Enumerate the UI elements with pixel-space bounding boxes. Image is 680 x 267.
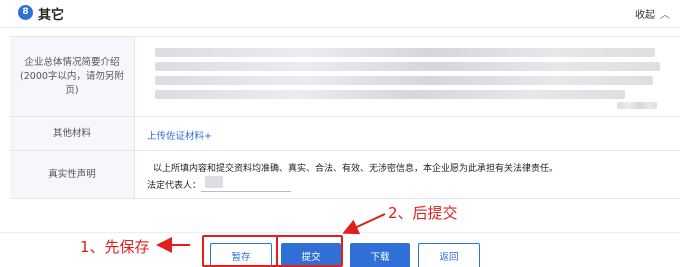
blurred-text-line [155,48,655,57]
highlight-box-save [202,235,278,267]
table-row-materials: 其他材料 上传佐证材料+ [10,117,680,151]
blurred-text-line [155,76,653,85]
intro-label: 企业总体情况简要介绍(2000字以内，请勿另附页) [10,37,135,116]
annotation-step1: 1、先保存 [80,238,150,256]
materials-label: 其他材料 [10,117,135,150]
highlight-box-submit [276,235,343,267]
legal-rep-value-blurred [205,176,223,188]
collapse-label: 收起 [635,10,655,21]
collapse-toggle[interactable]: 收起 ︿ [635,6,670,21]
blurred-text-line [617,102,657,109]
authenticity-statement: 以上所填内容和提交资料均准确、真实、合法、有效、无涉密信息，本企业愿为此承担有关… [153,164,559,174]
section-title: 其它 [38,8,65,23]
section-number-badge: 8 [18,5,33,20]
blurred-text-line [155,90,625,99]
table-row-authenticity: 真实性声明 以上所填内容和提交资料均准确、真实、合法、有效、无涉密信息，本企业愿… [10,151,680,199]
authenticity-label: 真实性声明 [10,151,135,198]
arrow-to-submit [342,213,386,235]
legal-rep-label: 法定代表人： [147,181,202,191]
info-table: 企业总体情况简要介绍(2000字以内，请勿另附页) 其他材料 上传佐证材料+ 真… [10,36,680,199]
upload-evidence-link[interactable]: 上传佐证材料+ [147,128,212,142]
annotation-step2: 2、后提交 [388,204,458,222]
section-header: 8 其它 收起 ︿ [0,0,680,28]
blurred-text-line [155,62,660,71]
back-button[interactable]: 返回 [418,243,480,267]
chevron-up-icon: ︿ [660,10,670,21]
legal-rep-underline [201,191,291,192]
intro-textarea[interactable] [147,44,665,110]
download-button[interactable]: 下载 [350,243,410,267]
table-row-intro: 企业总体情况简要介绍(2000字以内，请勿另附页) [10,37,680,117]
